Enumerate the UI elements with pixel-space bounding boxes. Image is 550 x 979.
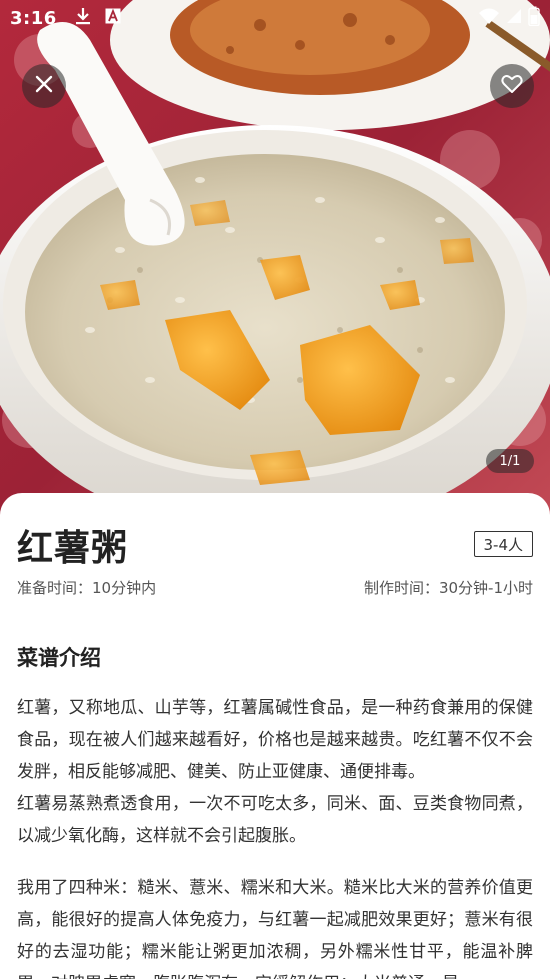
intro-paragraph: 我用了四种米：糙米、薏米、糯米和大米。糙米比大米的营养价值更高，能很好的提高人体… <box>17 878 533 979</box>
image-counter: 1/1 <box>486 449 534 473</box>
download-icon <box>75 7 91 29</box>
time-row: 准备时间：10分钟内 制作时间：30分钟-1小时 <box>17 577 533 598</box>
intro-paragraph: 红薯易蒸熟煮透食用，一次不可吃太多，同米、面、豆类食物同煮，以减少氧化酶，这样就… <box>17 794 533 846</box>
close-button[interactable] <box>22 64 66 108</box>
wifi-icon <box>478 7 500 29</box>
prep-time: 准备时间：10分钟内 <box>17 579 157 597</box>
intro-heading: 菜谱介绍 <box>17 646 101 670</box>
close-icon <box>34 74 54 98</box>
recipe-photo[interactable] <box>0 0 550 520</box>
cook-time: 制作时间：30分钟-1小时 <box>363 579 533 597</box>
heart-outline-icon <box>501 74 523 98</box>
servings-badge: 3-4人 <box>473 531 533 557</box>
status-bar: 3:16 <box>0 0 550 36</box>
recipe-title: 红薯粥 <box>17 528 129 569</box>
text-a-icon <box>105 8 121 28</box>
sweet-potato-porridge-photo <box>0 0 550 520</box>
battery-icon <box>528 6 540 30</box>
status-time: 3:16 <box>10 7 57 29</box>
intro-paragraph: 红薯，又称地瓜、山芋等，红薯属碱性食品，是一种药食兼用的保健食品，现在被人们越来… <box>17 698 533 782</box>
signal-icon <box>506 8 522 28</box>
favorite-button[interactable] <box>490 64 534 108</box>
title-row: 红薯粥 3-4人 <box>17 493 533 571</box>
recipe-detail-sheet: 红薯粥 3-4人 准备时间：10分钟内 制作时间：30分钟-1小时 菜谱介绍 红… <box>0 493 550 979</box>
